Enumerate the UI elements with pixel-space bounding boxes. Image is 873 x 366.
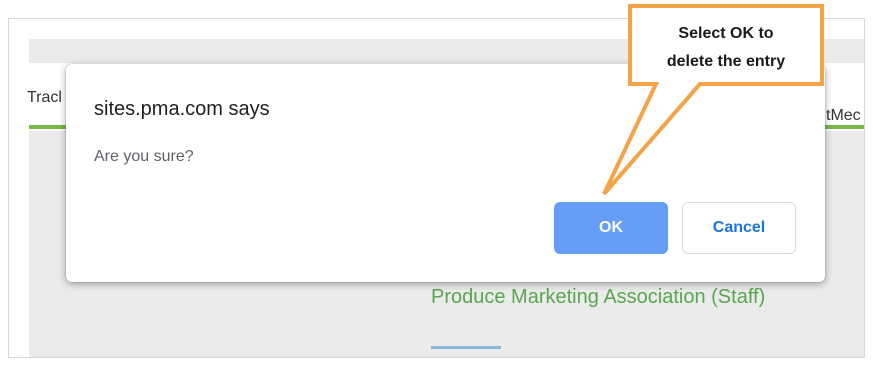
cancel-button[interactable]: Cancel (682, 202, 796, 254)
background-column-label-right: tMec (826, 107, 861, 124)
callout-line-1: Select OK to (678, 25, 774, 42)
callout-line-2: delete the entry (666, 53, 786, 70)
confirm-dialog: sites.pma.com says Are you sure? OK Canc… (66, 64, 825, 282)
ok-button[interactable]: OK (554, 202, 668, 254)
background-column-label: Tracl (27, 89, 62, 106)
callout-text: Select OK to delete the entry (630, 20, 822, 76)
organization-link[interactable]: Produce Marketing Association (Staff) (431, 281, 811, 313)
dialog-message: Are you sure? (94, 148, 194, 165)
dialog-title: sites.pma.com says (94, 98, 270, 120)
organization-link-tail (431, 345, 511, 349)
